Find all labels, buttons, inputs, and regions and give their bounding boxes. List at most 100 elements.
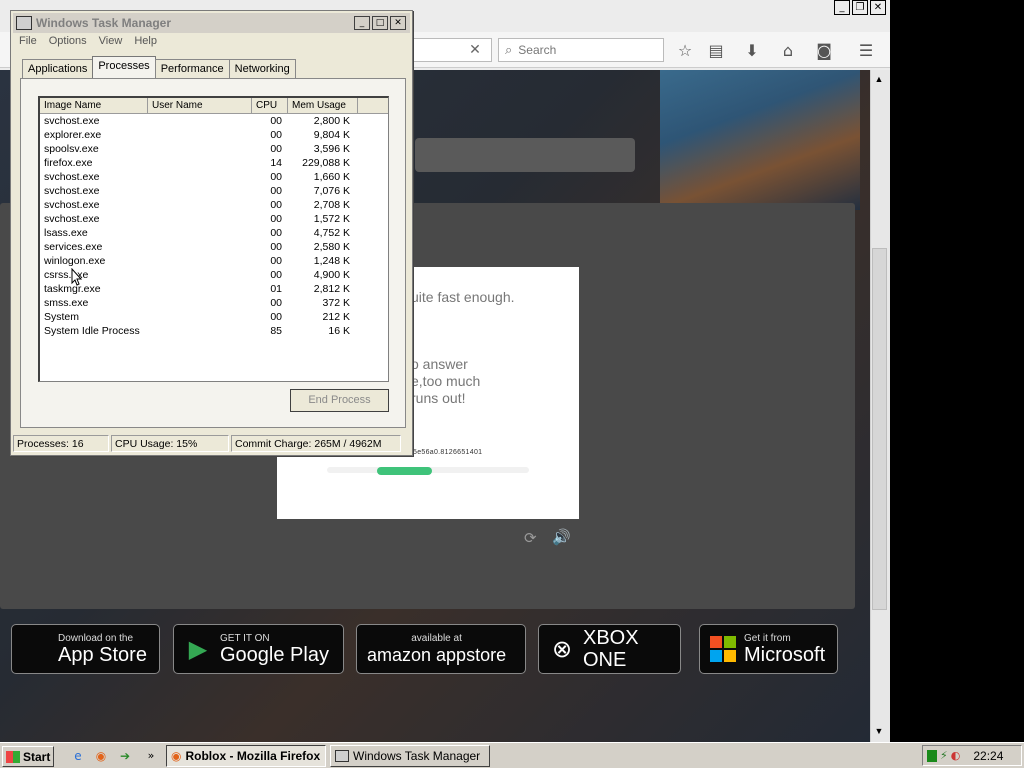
tab-performance[interactable]: Performance (154, 59, 230, 78)
table-row[interactable]: smss.exe 00 372 K (40, 296, 388, 310)
scroll-up-icon[interactable]: ▲ (870, 71, 888, 87)
task-firefox[interactable]: ◉ Roblox - Mozilla Firefox (166, 745, 326, 767)
url-clear-icon[interactable]: ✕ (466, 41, 484, 59)
table-row[interactable]: services.exe 00 2,580 K (40, 240, 388, 254)
process-mem: 4,900 K (313, 269, 350, 281)
mouse-cursor-icon (71, 268, 83, 286)
task-manager-titlebar[interactable]: Windows Task Manager _ □ ✕ (13, 13, 410, 33)
process-mem: 2,800 K (313, 115, 350, 127)
status-bar: Processes: 16 CPU Usage: 15% Commit Char… (13, 435, 410, 453)
google-play-badge[interactable]: ▶ GET IT ON Google Play (173, 624, 344, 674)
table-row[interactable]: System 00 212 K (40, 310, 388, 324)
task-task-manager-label: Windows Task Manager (353, 749, 481, 763)
firefox-quicklaunch-icon[interactable]: ◉ (93, 748, 109, 764)
task-task-manager[interactable]: Windows Task Manager (330, 745, 490, 767)
menu-bar: File Options View Help (19, 35, 157, 47)
show-desktop-icon[interactable]: ➔ (117, 748, 133, 764)
process-user (148, 282, 252, 296)
window-title: Windows Task Manager (36, 16, 172, 30)
process-cpu: 00 (270, 213, 282, 225)
process-list[interactable]: Image Name User Name CPU Mem Usage svcho… (38, 96, 389, 382)
close-icon[interactable]: ✕ (390, 16, 406, 30)
process-user (148, 212, 252, 226)
app-store-badge[interactable]: Download on the App Store (11, 624, 160, 674)
column-image-name[interactable]: Image Name (40, 98, 148, 113)
process-cpu: 01 (270, 283, 282, 295)
start-button[interactable]: Start (2, 746, 54, 767)
tab-networking[interactable]: Networking (228, 59, 296, 78)
column-cpu[interactable]: CPU (252, 98, 288, 113)
end-process-button[interactable]: End Process (290, 389, 389, 412)
microsoft-store-badge[interactable]: Get it from Microsoft (699, 624, 838, 674)
system-tray: ⚡ ◐ 22:24 (922, 745, 1022, 766)
scrollbar-thumb[interactable] (872, 248, 887, 610)
store-big-label: Google Play (220, 643, 329, 666)
table-row[interactable]: svchost.exe 00 1,660 K (40, 170, 388, 184)
table-row[interactable]: explorer.exe 00 9,804 K (40, 128, 388, 142)
process-mem: 7,076 K (313, 185, 350, 197)
search-input[interactable]: ⌕ Search (498, 38, 664, 62)
table-row[interactable]: svchost.exe 00 1,572 K (40, 212, 388, 226)
table-row[interactable]: System Idle Process 85 16 K (40, 324, 388, 338)
ie-icon[interactable]: e (70, 748, 86, 764)
store-big-label: Microsoft (744, 643, 826, 666)
table-row[interactable]: winlogon.exe 00 1,248 K (40, 254, 388, 268)
process-user (148, 310, 252, 324)
process-name: svchost.exe (44, 171, 100, 183)
minimize-icon[interactable]: _ (834, 0, 850, 15)
bookmark-star-icon[interactable]: ☆ (674, 40, 696, 62)
store-small-label: GET IT ON (220, 632, 270, 644)
process-name: svchost.exe (44, 185, 100, 197)
process-cpu: 14 (270, 157, 282, 169)
table-row[interactable]: csrss.exe 00 4,900 K (40, 268, 388, 282)
scroll-down-icon[interactable]: ▼ (870, 723, 888, 739)
table-row[interactable]: svchost.exe 00 7,076 K (40, 184, 388, 198)
menu-file[interactable]: File (19, 35, 37, 47)
amazon-appstore-badge[interactable]: available at amazon appstore (356, 624, 526, 674)
chevron-right-icon[interactable]: » (143, 748, 159, 764)
start-label: Start (23, 749, 51, 764)
security-icon[interactable]: ◐ (951, 749, 961, 762)
home-icon[interactable]: ⌂ (777, 40, 799, 62)
process-name: svchost.exe (44, 199, 100, 211)
minimize-icon[interactable]: _ (354, 16, 370, 30)
captcha-session-id: 5e56a0.8126651401 (413, 449, 483, 456)
menu-options[interactable]: Options (49, 35, 87, 47)
search-icon: ⌕ (505, 42, 513, 58)
table-row[interactable]: lsass.exe 00 4,752 K (40, 226, 388, 240)
table-row[interactable]: taskmgr.exe 01 2,812 K (40, 282, 388, 296)
hamburger-menu-icon[interactable]: ☰ (855, 40, 877, 62)
firefox-window-controls: _ ❐ ✕ (834, 0, 886, 15)
maximize-icon[interactable]: □ (372, 16, 388, 30)
process-rows: svchost.exe 00 2,800 K explorer.exe 00 9,804 … (40, 114, 388, 338)
table-row[interactable]: firefox.exe 14 229,088 K (40, 156, 388, 170)
close-icon[interactable]: ✕ (870, 0, 886, 15)
tray-green-icon[interactable] (927, 749, 937, 762)
downloads-icon[interactable]: ⬇ (741, 40, 763, 62)
pocket-icon[interactable]: ◙ (813, 40, 835, 62)
process-name: smss.exe (44, 297, 89, 309)
restore-icon[interactable]: ❐ (852, 0, 868, 15)
xbox-one-badge[interactable]: ⊗ XBOX ONE (538, 624, 681, 674)
process-mem: 1,572 K (313, 213, 350, 225)
process-name: taskmgr.exe (44, 283, 101, 295)
status-processes: Processes: 16 (13, 435, 109, 452)
network-icon[interactable]: ⚡ (940, 749, 948, 762)
menu-view[interactable]: View (99, 35, 123, 47)
table-row[interactable]: spoolsv.exe 00 3,596 K (40, 142, 388, 156)
column-mem-usage[interactable]: Mem Usage (288, 98, 358, 113)
table-row[interactable]: svchost.exe 00 2,708 K (40, 198, 388, 212)
tm-window-controls: _ □ ✕ (354, 16, 406, 30)
refresh-icon[interactable]: ⟳ (524, 529, 537, 547)
menu-help[interactable]: Help (134, 35, 157, 47)
column-user-name[interactable]: User Name (148, 98, 252, 113)
tab-processes[interactable]: Processes (92, 56, 156, 78)
tab-applications[interactable]: Applications (22, 59, 94, 78)
reading-list-icon[interactable]: ▤ (705, 40, 727, 62)
audio-icon[interactable]: 🔊 (552, 528, 571, 546)
process-name: System (44, 311, 80, 323)
process-cpu: 00 (270, 185, 282, 197)
process-user (148, 240, 252, 254)
process-name: csrss.exe (44, 269, 89, 281)
table-row[interactable]: svchost.exe 00 2,800 K (40, 114, 388, 128)
